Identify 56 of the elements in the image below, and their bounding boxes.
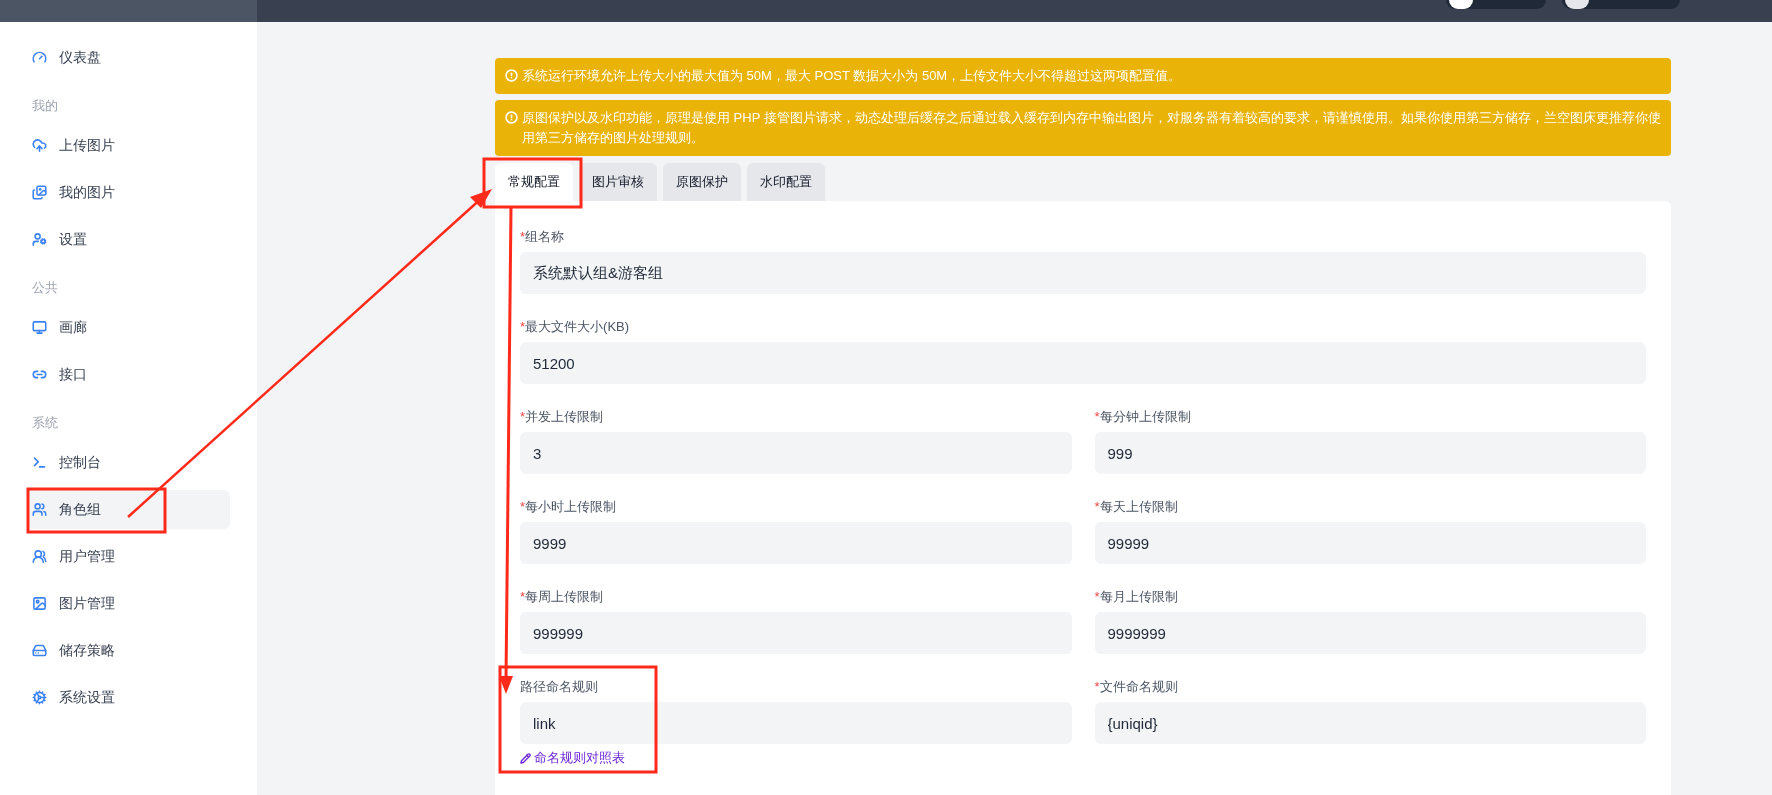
users-icon: [32, 502, 47, 517]
naming-rules-link[interactable]: 命名规则对照表: [520, 748, 625, 768]
input-field[interactable]: {uniqid}: [1094, 702, 1646, 744]
section-heading: 公共: [31, 278, 59, 297]
field-label: 每小时上传限制: [525, 498, 617, 516]
gears-icon: [32, 690, 47, 705]
section-heading: 系统: [31, 413, 59, 432]
required-mark: *: [520, 228, 526, 246]
monitor-icon: [32, 320, 47, 335]
alert-text: 系统运行环境允许上传大小的最大值为 50M，最大 POST 数据大小为 50M，上传文件大小不得超过这两项配置值。: [522, 67, 1182, 85]
required-mark: *: [1094, 408, 1100, 426]
image-icon: [32, 596, 47, 611]
input-field[interactable]: 51200: [520, 342, 1646, 384]
field-label: 最大文件大小(KB): [525, 318, 630, 336]
input-field[interactable]: 99999: [1094, 522, 1646, 564]
tab[interactable]: 图片审核: [579, 163, 657, 201]
input-field[interactable]: link: [520, 702, 1072, 744]
input-field[interactable]: 9999999: [1094, 612, 1646, 654]
field-label: 每天上传限制: [1099, 498, 1178, 516]
input-field[interactable]: 系统默认组&游客组: [520, 252, 1646, 294]
input-field[interactable]: 999: [1094, 432, 1646, 474]
required-mark: *: [520, 318, 526, 336]
required-mark: *: [1094, 678, 1100, 696]
alert-icon: [505, 69, 518, 82]
field-label: 并发上传限制: [525, 408, 604, 426]
input-field[interactable]: 3: [520, 432, 1072, 474]
header-pill[interactable]: [1446, 0, 1546, 9]
user-gear-icon: [32, 232, 47, 247]
field-label: 文件命名规则: [1099, 678, 1178, 696]
field-label: 每月上传限制: [1099, 588, 1178, 606]
sidebar-item[interactable]: 角色组: [27, 490, 230, 529]
users-icon: [32, 549, 47, 564]
required-mark: *: [520, 588, 526, 606]
tab[interactable]: 常规配置: [495, 163, 573, 201]
tab[interactable]: 原图保护: [663, 163, 741, 201]
field-label: 组名称: [525, 228, 565, 246]
field-label: 路径命名规则: [520, 678, 598, 696]
required-mark: *: [1094, 498, 1100, 516]
pencil-icon: [520, 752, 531, 764]
input-field[interactable]: 999999: [520, 612, 1072, 654]
terminal-icon: [32, 455, 47, 470]
required-mark: *: [520, 498, 526, 516]
field-label: 每周上传限制: [525, 588, 604, 606]
required-mark: *: [1094, 588, 1100, 606]
alert-text: 原图保护以及水印功能，原理是使用 PHP 接管图片请求，动态处理后缓存之后通过载入缓存到内存中输出图片，对服务器有着较高的要求，请谨慎使用。如果你使用第三方储存，兰空图床更推荐你使用第三方储存的图片处理规则。: [522, 109, 1661, 147]
section-heading: 我的: [31, 96, 59, 115]
input-field[interactable]: 9999: [520, 522, 1072, 564]
drive-icon: [32, 643, 47, 658]
alert-icon: [505, 111, 518, 124]
gauge-icon: [32, 50, 47, 65]
images-icon: [32, 185, 47, 200]
tab[interactable]: 水印配置: [747, 163, 825, 201]
header-pill[interactable]: [1562, 0, 1680, 9]
field-label: 每分钟上传限制: [1099, 408, 1191, 426]
cloud-upload-icon: [32, 138, 47, 153]
required-mark: *: [520, 408, 526, 426]
